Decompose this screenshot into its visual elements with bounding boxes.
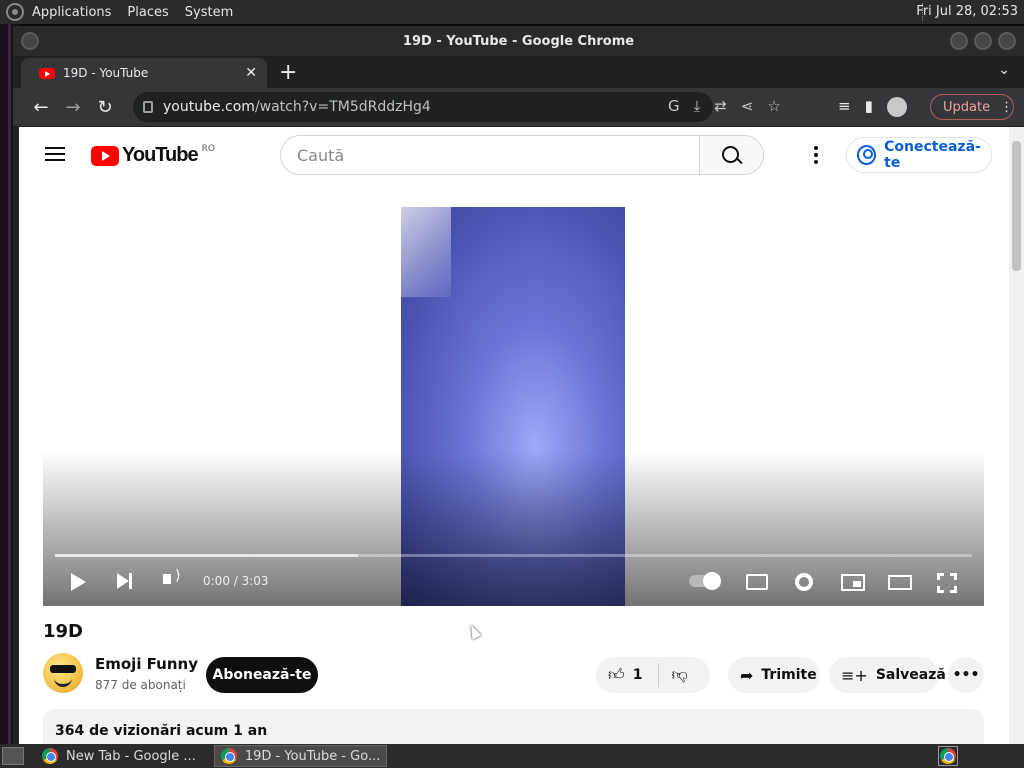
search-icon[interactable]: [699, 136, 763, 174]
autoplay-toggle-icon[interactable]: [689, 572, 721, 590]
more-options-icon[interactable]: [814, 146, 818, 164]
window-titlebar[interactable]: 19D - YouTube - Google Chrome: [13, 26, 1024, 56]
chrome-icon: [42, 748, 58, 764]
like-count[interactable]: 1: [633, 667, 643, 683]
update-label: Update: [943, 99, 991, 115]
omnibox-actions: G ⤓ ⇄ ⋖ ☆: [668, 97, 781, 115]
thumbs-down-icon[interactable]: 👎︎: [671, 665, 687, 685]
window-title: 19D - YouTube - Google Chrome: [402, 33, 635, 49]
play-icon[interactable]: [71, 573, 86, 591]
back-icon[interactable]: ←: [25, 97, 57, 118]
progress-bar[interactable]: [55, 554, 972, 557]
share-label: Trimite: [761, 667, 817, 683]
youtube-header: YouTube RO Conectează-te: [19, 127, 1009, 183]
views-and-date: 364 de vizionări acum 1 an: [55, 723, 268, 739]
channel-name[interactable]: Emoji Funny: [95, 655, 198, 673]
new-tab-icon[interactable]: +: [279, 60, 297, 85]
translate-icon[interactable]: ⇄: [714, 97, 727, 115]
side-panel-icon[interactable]: ▮: [865, 97, 873, 117]
subscribe-button[interactable]: Abonează-te: [206, 657, 318, 693]
more-actions-button[interactable]: •••: [948, 657, 984, 693]
share-button[interactable]: ➦ Trimite: [728, 657, 820, 693]
youtube-logo[interactable]: YouTube RO: [91, 144, 215, 167]
places-menu[interactable]: Places: [127, 5, 168, 20]
volume-icon[interactable]: [163, 568, 180, 584]
taskbar-item-label: New Tab - Google ...: [66, 748, 196, 764]
miniplayer-icon[interactable]: [841, 574, 865, 591]
account-circle-icon: [857, 145, 877, 165]
address-bar[interactable]: youtube.com /watch?v=TM5dRddzHg4: [133, 92, 713, 122]
save-button[interactable]: ≡+ Salvează: [829, 657, 946, 693]
close-tab-icon[interactable]: ✕: [245, 65, 257, 81]
close-window-icon[interactable]: [998, 32, 1016, 50]
chrome-menu-icon[interactable]: ⋮: [1000, 100, 1013, 115]
sign-in-button[interactable]: Conectează-te: [846, 137, 992, 173]
taskbar: New Tab - Google ... 19D - YouTube - Go.…: [0, 744, 1024, 768]
time-display: 0:00 / 3:03: [203, 574, 269, 588]
tab-search-chevron-icon[interactable]: ⌄: [998, 62, 1010, 78]
tab-youtube[interactable]: 19D - YouTube ✕: [21, 58, 267, 88]
channel-avatar[interactable]: [43, 653, 83, 693]
media-queue-icon[interactable]: ≡: [838, 97, 851, 117]
tray-chrome-icon[interactable]: [938, 746, 958, 766]
youtube-favicon-icon: [39, 67, 55, 79]
video-player[interactable]: 0:00 / 3:03: [43, 207, 984, 640]
page-scrollbar[interactable]: [1009, 127, 1024, 744]
tab-title: 19D - YouTube: [63, 66, 149, 80]
taskbar-item-label: 19D - YouTube - Go...: [244, 748, 381, 764]
system-menu[interactable]: System: [185, 5, 233, 20]
tab-strip: 19D - YouTube ✕ + ⌄: [13, 56, 1024, 88]
applications-menu[interactable]: Applications: [32, 5, 111, 20]
thumbs-up-icon[interactable]: 👍︎: [608, 665, 625, 685]
more-horizontal-icon: •••: [952, 667, 980, 683]
bookmark-star-icon[interactable]: ☆: [767, 97, 780, 115]
mouse-cursor-icon: [466, 622, 482, 640]
minimize-icon[interactable]: [950, 32, 968, 50]
share-arrow-icon: ➦: [740, 665, 754, 685]
next-video-icon[interactable]: [117, 573, 132, 589]
video-title: 19D: [43, 621, 83, 642]
window-menu-icon[interactable]: [21, 32, 39, 50]
top-panel: Applications Places System Fri Jul 28, 0…: [0, 0, 1024, 24]
profile-avatar-icon[interactable]: [886, 97, 907, 117]
subscriber-count: 877 de abonați: [95, 678, 186, 692]
add-to-playlist-icon: ≡+: [841, 665, 868, 685]
google-lens-icon[interactable]: G: [668, 97, 680, 115]
search-input[interactable]: [281, 136, 699, 174]
region-code: RO: [201, 143, 215, 154]
update-button[interactable]: Update ⋮: [930, 94, 1014, 120]
show-desktop-icon[interactable]: [2, 747, 24, 765]
reload-icon[interactable]: ↻: [89, 97, 121, 118]
toolbar-right-actions: ≡ ▮: [838, 97, 907, 117]
like-dislike-group: 👍︎ 1 👎︎: [596, 657, 710, 693]
lock-icon[interactable]: [143, 101, 153, 113]
youtube-play-logo-icon: [91, 145, 119, 166]
description-box[interactable]: 364 de vizionări acum 1 an: [43, 709, 984, 744]
settings-gear-icon[interactable]: [795, 573, 813, 591]
player-controls: 0:00 / 3:03: [43, 567, 984, 599]
subtitles-icon[interactable]: [746, 574, 768, 590]
youtube-logo-text: YouTube: [122, 144, 199, 166]
taskbar-item-youtube[interactable]: 19D - YouTube - Go...: [213, 745, 388, 767]
install-app-icon[interactable]: ⤓: [694, 97, 701, 115]
hamburger-menu-icon[interactable]: [45, 147, 65, 161]
sign-in-label: Conectează-te: [884, 139, 981, 171]
maximize-icon[interactable]: [974, 32, 992, 50]
forward-icon[interactable]: →: [57, 97, 89, 118]
search-box: [280, 135, 764, 175]
fullscreen-icon[interactable]: [937, 573, 957, 593]
url-path: /watch?v=TM5dRddzHg4: [254, 99, 431, 115]
chrome-icon: [220, 748, 237, 764]
web-page: YouTube RO Conectează-te 0:00 / 3:03: [19, 127, 1009, 744]
distro-logo-icon[interactable]: [6, 3, 24, 21]
theater-mode-icon[interactable]: [888, 575, 912, 590]
save-label: Salvează: [875, 667, 946, 683]
panel-clock[interactable]: Fri Jul 28, 02:53: [916, 4, 1018, 19]
url-host: youtube.com: [163, 99, 255, 115]
taskbar-item-new-tab[interactable]: New Tab - Google ...: [36, 745, 202, 767]
browser-toolbar: ← → ↻ youtube.com /watch?v=TM5dRddzHg4 G…: [13, 88, 1024, 126]
share-icon[interactable]: ⋖: [741, 97, 754, 115]
